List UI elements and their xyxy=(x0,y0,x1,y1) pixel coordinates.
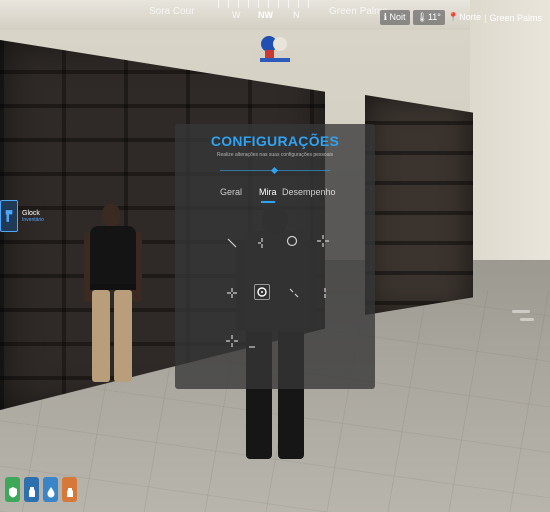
crosshair-option-9[interactable] xyxy=(225,334,239,348)
compass-dir-nw: NW xyxy=(258,10,273,20)
zone-label: Green Palms xyxy=(489,12,542,23)
stamina-icon xyxy=(62,477,77,502)
compass-dir-n: N xyxy=(293,10,300,20)
npc-character[interactable] xyxy=(84,200,146,390)
separator: | xyxy=(484,12,487,23)
floor-debris xyxy=(520,318,534,321)
crosshair-option-1[interactable] xyxy=(225,236,239,250)
weapon-subtitle: Inventário xyxy=(22,216,44,223)
divider-diamond-icon xyxy=(270,166,279,175)
compass-ticks xyxy=(218,0,318,8)
crosshair-option-2[interactable] xyxy=(255,236,269,250)
crosshair-option-10[interactable] xyxy=(245,340,259,354)
location-pin-icon: 📍 xyxy=(447,12,460,22)
tab-mira[interactable]: Mira xyxy=(259,187,277,197)
settings-panel: CONFIGURAÇÕES Realize alterações nas sua… xyxy=(175,124,375,389)
right-wall xyxy=(470,0,550,290)
crosshair-option-3[interactable] xyxy=(285,234,299,248)
hunger-icon xyxy=(24,477,39,502)
settings-tabs: Geral Mira Desempenho xyxy=(175,187,375,203)
active-tab-indicator xyxy=(261,201,275,203)
right-shelving xyxy=(365,95,473,315)
crosshair-option-8[interactable] xyxy=(318,286,332,300)
crosshair-option-5[interactable] xyxy=(225,286,239,300)
weapon-name: Glock xyxy=(22,209,40,217)
compass-street-left: Sora Cour xyxy=(149,6,195,17)
tab-desempenho[interactable]: Desempenho xyxy=(282,187,336,197)
floor-debris xyxy=(512,310,530,313)
status-bar xyxy=(5,477,77,502)
server-logo xyxy=(254,28,296,66)
pistol-icon xyxy=(0,200,18,232)
settings-title: CONFIGURAÇÕES xyxy=(210,133,340,149)
crosshair-option-7[interactable] xyxy=(287,286,301,300)
crosshair-option-4[interactable] xyxy=(316,234,330,248)
tab-geral[interactable]: Geral xyxy=(220,187,242,197)
health-icon xyxy=(5,477,20,502)
weapon-widget: Glock Inventário xyxy=(0,200,44,232)
time-chip: ℹ Noit xyxy=(379,10,410,25)
temperature-chip: 🌡11° xyxy=(412,10,445,25)
location-bar: ℹ Noit 🌡11° 📍Norte | Green Palms xyxy=(379,10,542,25)
crosshair-option-6[interactable] xyxy=(254,284,270,300)
compass-dir-w: W xyxy=(232,10,241,20)
direction-label: 📍Norte xyxy=(447,12,482,22)
compass: Sora Cour W NW N Green Palms xyxy=(140,0,400,22)
thirst-icon xyxy=(43,477,58,502)
settings-subtitle: Realize alterações nas suas configuraçõe… xyxy=(216,152,334,158)
thermometer-icon: 🌡 xyxy=(416,12,428,22)
